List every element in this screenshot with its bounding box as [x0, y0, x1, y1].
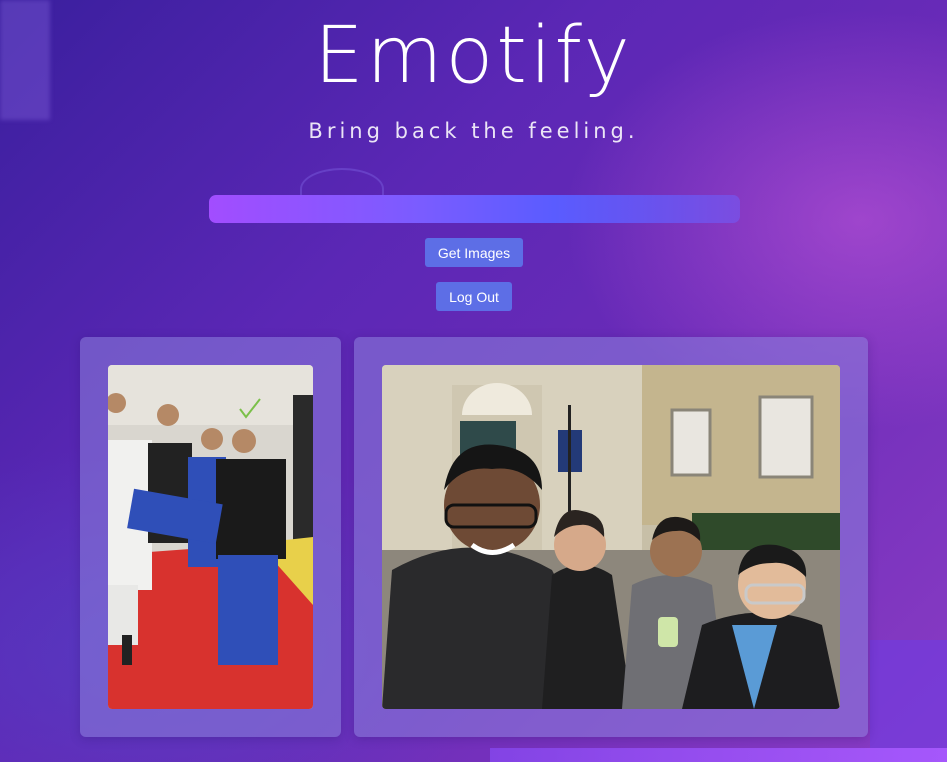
background-glow-bottom — [490, 748, 947, 762]
logout-button[interactable]: Log Out — [436, 282, 512, 311]
judo-photo-illustration — [108, 365, 313, 709]
progress-bar-fill — [209, 195, 740, 223]
gallery-photo-selfie[interactable] — [382, 365, 840, 709]
get-images-button[interactable]: Get Images — [425, 238, 523, 267]
image-card — [354, 337, 868, 737]
selfie-photo-illustration — [382, 365, 840, 709]
gallery-photo-judo[interactable] — [108, 365, 313, 709]
background-glow-right — [870, 640, 947, 762]
image-card — [80, 337, 341, 737]
app-tagline: Bring back the feeling. — [308, 119, 639, 143]
progress-bar — [209, 195, 740, 223]
app-title: Emotify — [314, 11, 633, 101]
